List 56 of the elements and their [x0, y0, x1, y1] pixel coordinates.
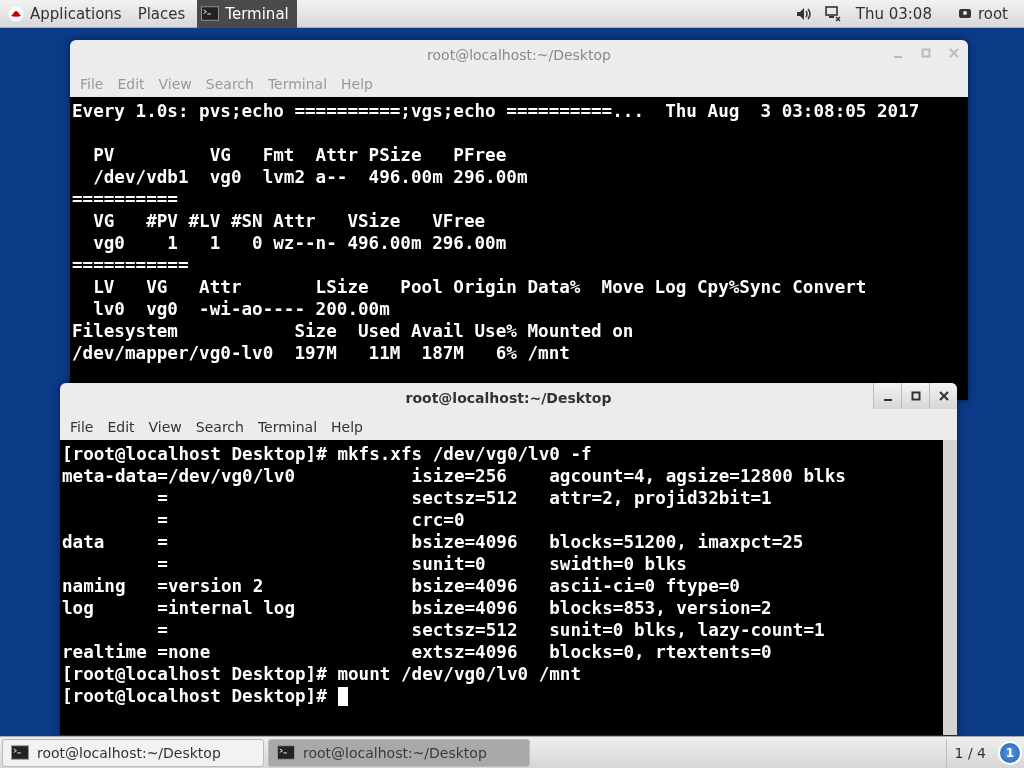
maximize-button[interactable] — [901, 383, 929, 409]
terminal-line: /dev/vdb1 vg0 lvm2 a-- 496.00m 296.00m — [92, 166, 528, 188]
terminal-line: naming =version 2 bsize=4096 ascii-ci=0 ftype=0 — [62, 575, 740, 597]
terminal-line: Filesystem Size Used Avail Use% Mounted on — [72, 320, 634, 342]
minimize-icon — [883, 398, 892, 401]
workspace-indicator[interactable]: 1 / 4 — [945, 738, 994, 767]
network-icon — [823, 5, 842, 22]
clock[interactable]: Thu 03:08 — [847, 0, 940, 28]
menu-item[interactable]: File — [63, 418, 101, 435]
window-title: root@localhost:~/Desktop — [405, 390, 612, 406]
maximize-icon — [910, 391, 921, 401]
terminal-line: [root@localhost Desktop]# mkfs.xfs /dev/vg0/lv0 -f — [62, 443, 592, 465]
terminal-line: = crc=0 — [156, 509, 465, 531]
volume-icon — [795, 6, 812, 21]
close-icon — [938, 391, 949, 401]
terminal-line: [root@localhost Desktop]# — [62, 685, 327, 707]
taskbar-item[interactable]: root@localhost:~/Desktop — [2, 738, 264, 767]
active-app-button[interactable]: Terminal — [197, 0, 297, 28]
terminal-line: = sectsz=512 attr=2, projid32bit=1 — [156, 487, 772, 509]
close-icon — [949, 48, 959, 58]
terminal-icon — [277, 745, 295, 760]
close-button[interactable] — [929, 383, 957, 409]
minimize-icon — [894, 55, 902, 58]
terminal-line: = sectsz=512 sunit=0 blks, lazy-count=1 — [156, 619, 825, 641]
menu-item[interactable]: Help — [324, 418, 370, 435]
terminal-line: PV VG Fmt Attr PSize PFree — [92, 144, 507, 166]
terminal-icon — [11, 745, 29, 760]
menu-item[interactable]: Search — [188, 418, 251, 435]
minimize-button[interactable] — [873, 383, 901, 409]
terminal-line: meta-data=/dev/vg0/lv0 isize=256 agcount=4, agsize=12800 blks — [62, 465, 846, 487]
terminal-line: = sunit=0 swidth=0 blks — [156, 553, 687, 575]
menu-item[interactable]: View — [141, 418, 189, 435]
user-icon — [957, 6, 972, 21]
terminal-line: Every 1.0s: pvs;echo ==========;vgs;echo ==========... Thu Aug 3 03:08:05 2017 — [72, 100, 920, 122]
taskbar-item[interactable]: root@localhost:~/Desktop — [268, 738, 530, 767]
hat-icon — [8, 5, 24, 22]
terminal-line: =========== — [72, 254, 189, 276]
scrollbar[interactable] — [943, 440, 957, 735]
menu-item[interactable]: Terminal — [250, 418, 325, 435]
user-menu[interactable]: root — [949, 0, 1016, 28]
terminal-line: lv0 vg0 -wi-ao---- 200.00m — [92, 298, 390, 320]
terminal-line: ========== — [72, 188, 178, 210]
terminal-line: data = bsize=4096 blocks=51200, imaxpct=25 — [62, 531, 804, 553]
applications-menu[interactable]: Applications — [0, 0, 130, 28]
terminal-line: vg0 1 1 0 wz--n- 496.00m 296.00m — [92, 232, 507, 254]
terminal-line: /dev/mapper/vg0-lv0 197M 11M 187M 6% /mnt — [72, 342, 570, 364]
maximize-icon — [921, 48, 931, 58]
terminal-line: [root@localhost Desktop]# mount /dev/vg0/lv0 /mnt — [62, 663, 582, 685]
menu-item[interactable]: Edit — [100, 418, 142, 435]
places-menu[interactable]: Places — [129, 0, 194, 28]
terminal-line: VG #PV #LV #SN Attr VSize VFree — [92, 210, 486, 232]
terminal-icon — [201, 6, 220, 21]
terminal-line: log =internal log bsize=4096 blocks=853, version=2 — [62, 597, 772, 619]
terminal-line: realtime =none extsz=4096 blocks=0, rtextents=0 — [62, 641, 772, 663]
window-title: root@localhost:~/Desktop — [427, 47, 611, 63]
terminal-line: LV VG Attr LSize Pool Origin Data% Move Log Cpy%Sync Convert — [92, 276, 867, 298]
